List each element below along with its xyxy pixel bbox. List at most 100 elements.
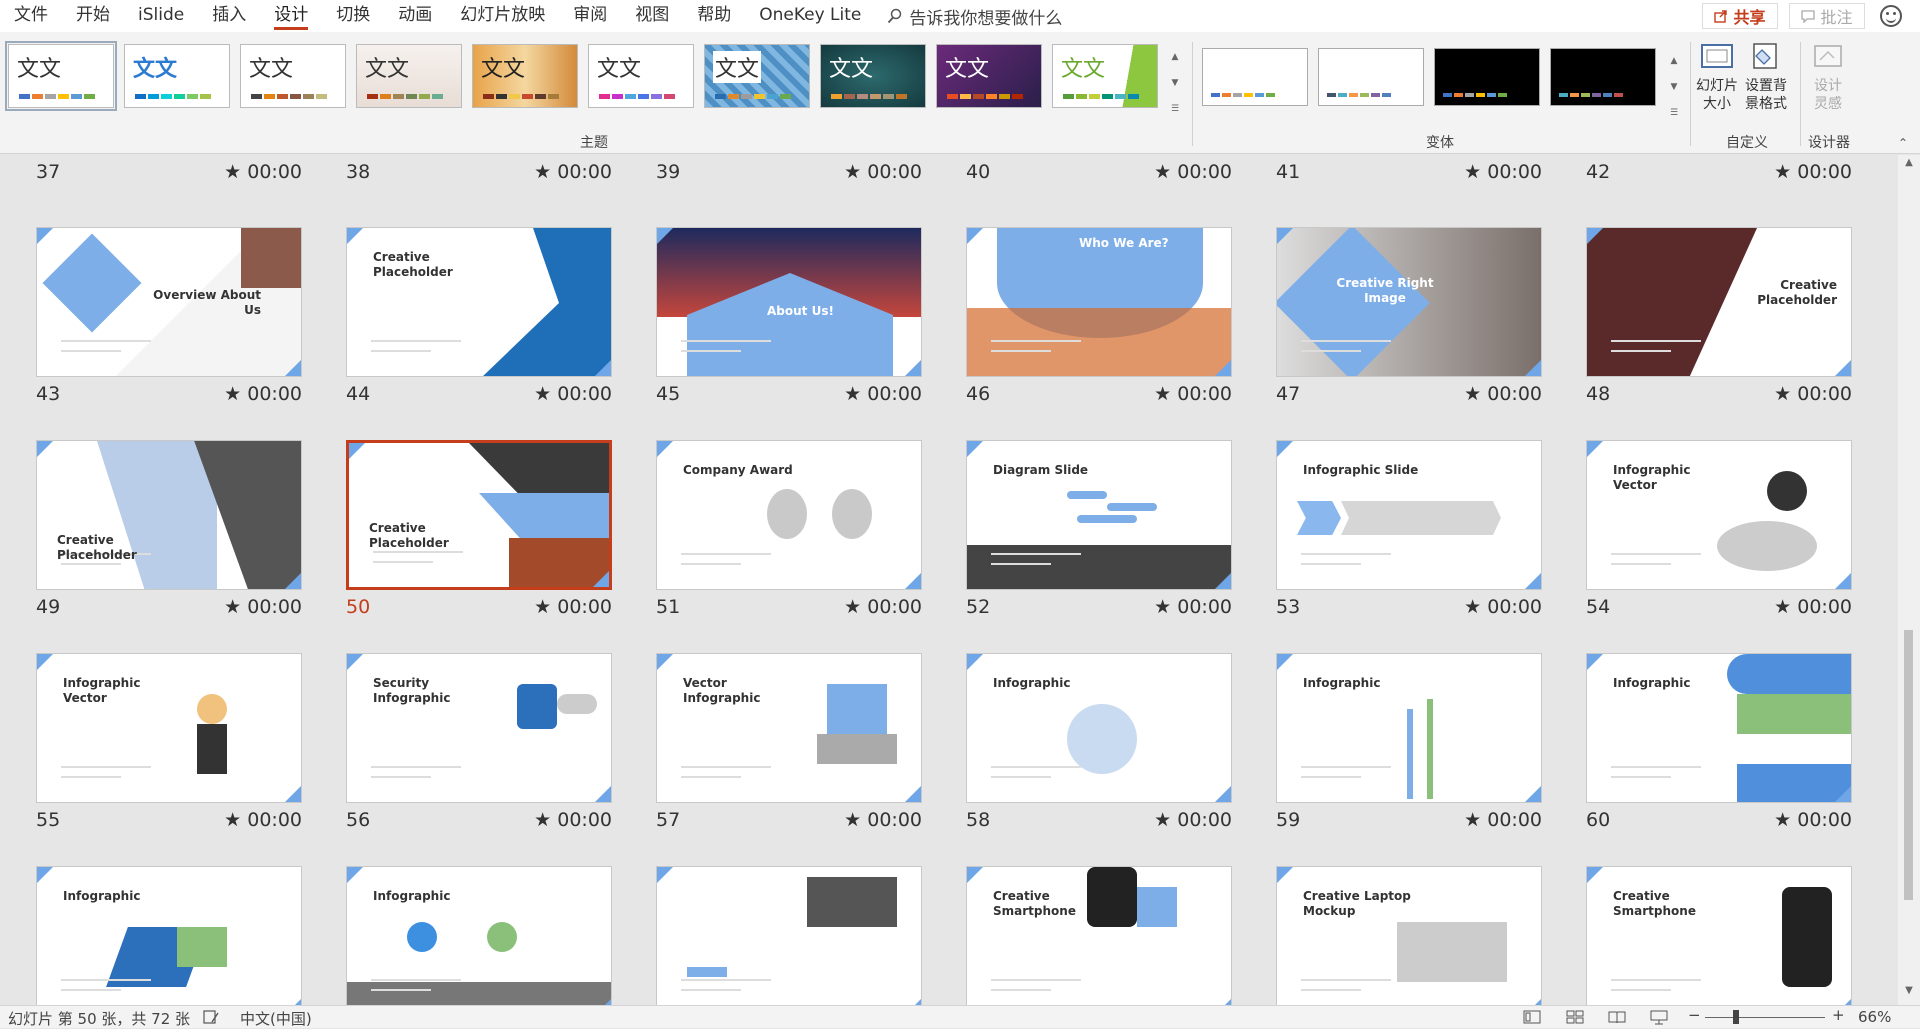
slide-size-button[interactable]: 幻灯片 大小 — [1696, 40, 1738, 113]
slide-thumbnail[interactable]: Infographic — [1586, 653, 1852, 803]
reading-view-icon[interactable] — [1608, 1009, 1626, 1025]
slide-thumbnail[interactable]: Who We Are? — [966, 227, 1232, 377]
slide-text-line — [371, 350, 431, 352]
slide-thumbnail[interactable]: Infographic Vector — [1586, 440, 1852, 590]
slide-text-line — [373, 551, 463, 553]
theme-9[interactable]: 文文 — [936, 44, 1042, 108]
slide-timing: ★ 00:00 — [224, 383, 302, 405]
tab-review[interactable]: 审阅 — [559, 0, 621, 32]
slide-thumbnail[interactable]: Creative Placeholder — [346, 227, 612, 377]
slide-timing: ★ 00:00 — [534, 161, 612, 183]
slide-number: 42 — [1586, 161, 1611, 183]
zoom-out-icon[interactable]: − — [1688, 1006, 1701, 1024]
share-button[interactable]: 共享 — [1702, 3, 1778, 29]
slide-thumbnail[interactable]: Overview About Us — [36, 227, 302, 377]
slide-thumbnail[interactable]: Infographic — [966, 653, 1232, 803]
slide-thumbnail[interactable]: About Us! — [656, 227, 922, 377]
slide-corner-mark — [1525, 786, 1541, 802]
variant-3[interactable] — [1434, 48, 1540, 106]
slide-thumbnail[interactable]: Creative Placeholder — [346, 440, 612, 590]
tab-transitions[interactable]: 切换 — [322, 0, 384, 32]
tab-islide[interactable]: iSlide — [124, 0, 198, 32]
language-indicator[interactable]: 中文(中国) — [240, 1008, 312, 1029]
slide-timing: ★ 00:00 — [224, 596, 302, 618]
slide-text-line — [61, 766, 151, 768]
ribbon-design: 文文 文文 文文 文文 文文 文文 文文 文文 文文 文文 ▲ ▼ ☰ ▲ ▼ … — [0, 32, 1920, 154]
tab-view[interactable]: 视图 — [621, 0, 683, 32]
tab-design[interactable]: 设计 — [260, 0, 322, 32]
collapse-ribbon-icon[interactable]: ⌃ — [1898, 136, 1908, 150]
theme-8[interactable]: 文文 — [820, 44, 926, 108]
theme-sample-text: 文文 — [365, 57, 410, 82]
tell-me-box[interactable]: 告诉我你想要做什么 — [887, 4, 1062, 29]
normal-view-icon[interactable] — [1523, 1009, 1541, 1025]
slide-timing: ★ 00:00 — [1154, 161, 1232, 183]
smiley-icon[interactable] — [1880, 5, 1902, 27]
format-background-button[interactable]: 设置背 景格式 — [1745, 40, 1787, 113]
vertical-scrollbar[interactable]: ▲ ▼ — [1898, 155, 1920, 1005]
variants-group-label: 变体 — [1426, 135, 1454, 151]
design-ideas-button[interactable]: 设计 灵感 — [1810, 40, 1846, 113]
slide-thumbnail[interactable]: Infographic — [1276, 653, 1542, 803]
slide-thumbnail[interactable]: Creative Placeholder — [1586, 227, 1852, 377]
theme-5[interactable]: 文文 — [472, 44, 578, 108]
slide-graphic — [241, 228, 301, 288]
slide-thumbnail[interactable]: Infographic — [36, 866, 302, 1005]
slide-corner-mark — [1277, 867, 1293, 883]
theme-gallery-scroll[interactable]: ▲ ▼ ☰ — [1168, 44, 1182, 124]
theme-4[interactable]: 文文 — [356, 44, 462, 108]
slide-number: 46 — [966, 383, 991, 405]
variant-2[interactable] — [1318, 48, 1424, 106]
variant-gallery-scroll[interactable]: ▲ ▼ ☰ — [1667, 48, 1681, 128]
slide-corner-mark — [595, 360, 611, 376]
theme-10[interactable]: 文文 — [1052, 44, 1158, 108]
slideshow-view-icon[interactable] — [1650, 1009, 1668, 1025]
zoom-in-icon[interactable]: + — [1832, 1006, 1845, 1024]
slide-timing: ★ 00:00 — [1464, 383, 1542, 405]
zoom-slider[interactable] — [1705, 1017, 1825, 1018]
slide-thumbnail[interactable]: Creative Right Image — [1276, 227, 1542, 377]
theme-7[interactable]: 文文 — [704, 44, 810, 108]
slide-thumbnail[interactable]: Diagram Slide — [966, 440, 1232, 590]
slide-thumbnail[interactable]: Creative Laptop Mockup — [1276, 866, 1542, 1005]
slide-title: Infographic — [63, 889, 141, 903]
variant-1[interactable] — [1202, 48, 1308, 106]
zoom-slider-handle[interactable] — [1733, 1010, 1739, 1024]
slide-corner-mark — [1525, 360, 1541, 376]
slide-thumbnail[interactable]: Creative Smartphone — [966, 866, 1232, 1005]
variant-4[interactable] — [1550, 48, 1656, 106]
theme-2[interactable]: 文文 — [124, 44, 230, 108]
tab-file[interactable]: 文件 — [0, 0, 62, 32]
tab-home[interactable]: 开始 — [62, 0, 124, 32]
tab-animations[interactable]: 动画 — [384, 0, 446, 32]
slide-timing: ★ 00:00 — [1154, 383, 1232, 405]
tab-onekey[interactable]: OneKey Lite — [745, 0, 875, 32]
scrollbar-thumb[interactable] — [1904, 630, 1913, 900]
tab-slideshow[interactable]: 幻灯片放映 — [446, 0, 559, 32]
notes-icon[interactable] — [202, 1009, 220, 1025]
tab-help[interactable]: 帮助 — [683, 0, 745, 32]
slide-thumbnail[interactable]: Creative Smartphone — [1586, 866, 1852, 1005]
status-bar: 幻灯片 第 50 张，共 72 张 中文(中国) − + 66% — [0, 1005, 1920, 1028]
slide-thumbnail[interactable]: Infographic Vector — [36, 653, 302, 803]
slide-thumbnail[interactable]: Security Infographic — [346, 653, 612, 803]
theme-3[interactable]: 文文 — [240, 44, 346, 108]
theme-6[interactable]: 文文 — [588, 44, 694, 108]
theme-office[interactable]: 文文 — [5, 41, 117, 111]
slide-thumbnail[interactable]: Creative Placeholder — [36, 440, 302, 590]
slide-thumbnail[interactable]: Infographic Slide — [1276, 440, 1542, 590]
comments-button[interactable]: 批注 — [1789, 3, 1865, 29]
scroll-up-icon[interactable]: ▲ — [1898, 157, 1920, 175]
slide-graphic — [407, 922, 437, 952]
slide-text-line — [991, 979, 1081, 981]
slide-thumbnail[interactable] — [656, 866, 922, 1005]
slide-thumbnail[interactable]: Company Award — [656, 440, 922, 590]
zoom-level[interactable]: 66% — [1858, 1008, 1891, 1026]
slide-thumbnail[interactable]: Infographic — [346, 866, 612, 1005]
scroll-down-icon[interactable]: ▼ — [1898, 985, 1920, 1003]
slide-thumbnail[interactable]: Vector Infographic — [656, 653, 922, 803]
divider — [1800, 42, 1801, 146]
tab-insert[interactable]: 插入 — [198, 0, 260, 32]
slide-sorter-view-icon[interactable] — [1566, 1009, 1584, 1025]
variant-colors — [1443, 93, 1507, 97]
